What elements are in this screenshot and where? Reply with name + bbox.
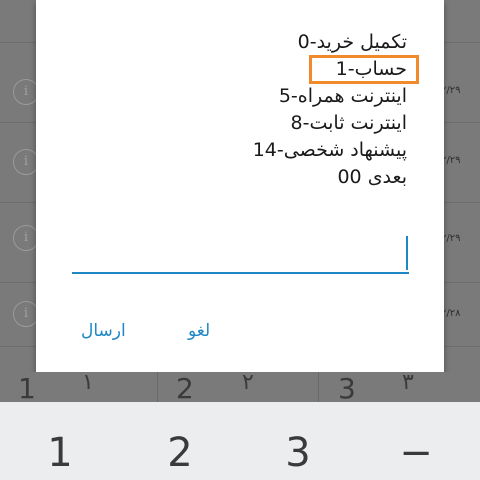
key-1[interactable]: 1	[20, 430, 100, 476]
send-button[interactable]: ارسال	[81, 321, 126, 341]
key-2[interactable]: 2	[140, 430, 220, 476]
cancel-button[interactable]: لغو	[188, 321, 210, 341]
menu-line: 5-اینترنت همراه	[278, 85, 407, 107]
menu-line: 0-تکمیل خرید	[297, 31, 407, 53]
highlight-box	[309, 55, 419, 84]
key-label: ۳	[402, 370, 414, 395]
divider	[318, 372, 319, 402]
menu-line: 00 بعدی	[337, 166, 407, 188]
key-label: 1	[18, 372, 36, 405]
numeric-keyboard: 1 2 3 −	[0, 402, 480, 480]
ussd-dialog: 0-تکمیل خرید 1-حساب 5-اینترنت همراه 8-ای…	[36, 0, 444, 375]
key-minus[interactable]: −	[376, 430, 456, 476]
key-3[interactable]: 3	[258, 430, 338, 476]
menu-line: 14-پیشنهاد شخصی	[252, 139, 407, 161]
reply-input[interactable]	[72, 272, 409, 274]
menu-line: 8-اینترنت ثابت	[290, 112, 407, 134]
text-cursor	[406, 236, 408, 270]
key-label: 3	[338, 372, 356, 405]
keyboard-top-row: 1 ۱ 2 ۲ 3 ۳	[0, 370, 480, 405]
key-label: 2	[176, 372, 194, 405]
divider	[157, 372, 158, 402]
key-label: ۲	[242, 370, 254, 395]
key-label: ۱	[82, 370, 94, 395]
